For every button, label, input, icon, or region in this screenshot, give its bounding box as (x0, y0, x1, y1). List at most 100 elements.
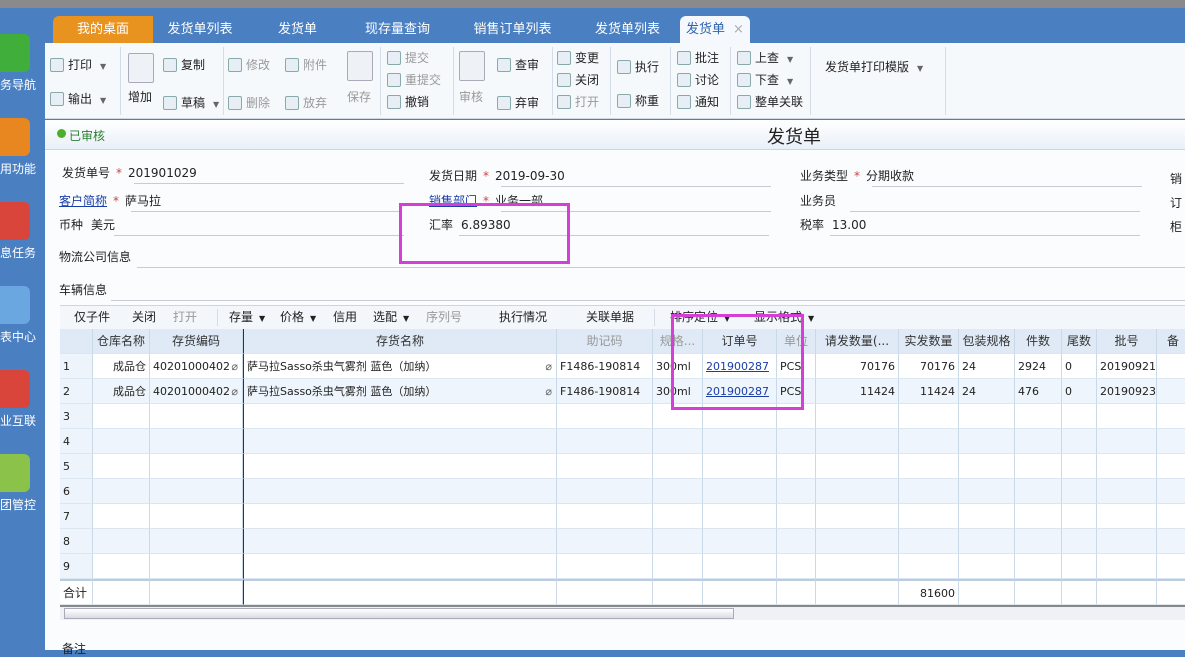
grid-toolbar-button-9[interactable]: 关联单据 (586, 307, 634, 327)
toolbar-link-all-button[interactable]: 整单关联 (737, 92, 803, 112)
column-header-4[interactable]: 助记码 (557, 329, 653, 354)
chevron-down-icon[interactable]: ▼ (213, 100, 219, 109)
tab-6[interactable]: 发货单 × (680, 16, 750, 43)
chevron-down-icon[interactable]: ▼ (403, 314, 409, 323)
chevron-down-icon[interactable]: ▼ (917, 64, 923, 73)
sidebar-item-4[interactable]: 业互联 (0, 370, 45, 450)
toolbar-close-button[interactable]: 关闭 (557, 70, 599, 90)
grid-toolbar-button-1[interactable]: 关闭 (132, 307, 156, 327)
toolbar-export-button[interactable]: 输出 ▼ (50, 89, 106, 109)
toolbar-execute-button[interactable]: 执行 (617, 57, 659, 77)
column-header-8[interactable]: 请发数量(... (816, 329, 899, 354)
sidebar-item-3[interactable]: 表中心 (0, 286, 45, 366)
toolbar-draft-button[interactable]: 草稿 ▼ (163, 93, 219, 113)
toolbar-up-query-button[interactable]: 上查 ▼ (737, 48, 793, 68)
attachment-icon[interactable]: ⌀ (231, 354, 238, 378)
scrollbar-thumb[interactable] (64, 608, 734, 619)
column-header-0[interactable] (60, 329, 93, 354)
toolbar-abandon-audit-button[interactable]: 弃审 (497, 93, 539, 113)
column-header-3[interactable]: 存货名称 (243, 329, 557, 354)
toolbar-annotate-button[interactable]: 批注 (677, 48, 719, 68)
table-cell (1097, 479, 1157, 504)
chevron-down-icon[interactable]: ▼ (808, 314, 814, 323)
column-header-11[interactable]: 件数 (1015, 329, 1062, 354)
tab-1[interactable]: 发货单列表 (145, 16, 255, 43)
toolbar-attach-button[interactable]: 附件 (285, 55, 327, 75)
grid-toolbar-button-7[interactable]: 序列号 (426, 307, 462, 327)
grid-toolbar-button-8[interactable]: 执行情况 (499, 307, 547, 327)
grid-toolbar-button-0[interactable]: 仅子件 (74, 307, 110, 327)
field-underline (137, 267, 1185, 268)
table-cell: 0 (1062, 379, 1097, 404)
column-header-9[interactable]: 实发数量 (899, 329, 959, 354)
toolbar-audit-button[interactable]: 审核 (459, 87, 483, 107)
grid-toolbar-button-4[interactable]: 价格 ▼ (280, 307, 316, 327)
tab-3[interactable]: 现存量查询 (340, 16, 455, 43)
toolbar-check-audit-button[interactable]: 查审 (497, 55, 539, 75)
toolbar-add-button[interactable]: 增加 (128, 87, 152, 107)
toolbar-delete-button[interactable]: 删除 (228, 93, 270, 113)
grid-toolbar-label: 选配 (373, 310, 398, 324)
chevron-down-icon[interactable]: ▼ (100, 96, 106, 105)
tab-4[interactable]: 销售订单列表 (455, 16, 570, 43)
sidebar-item-2[interactable]: 息任务 (0, 202, 45, 282)
chevron-down-icon[interactable]: ▼ (100, 62, 106, 71)
chevron-down-icon[interactable]: ▼ (259, 314, 265, 323)
field-customer[interactable]: 客户简称 * 萨马拉 (59, 192, 401, 212)
sidebar-item-1[interactable]: 用功能 (0, 118, 45, 198)
tab-5[interactable]: 发货单列表 (570, 16, 685, 43)
table-cell (816, 454, 899, 479)
field-salesman[interactable]: 业务员 (800, 192, 1140, 212)
attachment-icon[interactable]: ⌀ (545, 354, 552, 378)
tab-0[interactable]: 我的桌面 (53, 16, 153, 43)
tab-2[interactable]: 发货单 (255, 16, 340, 43)
close-icon[interactable]: × (733, 22, 744, 37)
field-logistics[interactable]: 物流公司信息 (59, 248, 1185, 268)
field-biz_type[interactable]: 业务类型 * 分期收款 (800, 167, 1142, 187)
toolbar-submit-button[interactable]: 提交 (387, 48, 429, 68)
field-tax[interactable]: 税率 13.00 (800, 216, 1140, 236)
table-cell (899, 454, 959, 479)
chevron-down-icon[interactable]: ▼ (787, 55, 793, 64)
toolbar-modify-button[interactable]: 修改 (228, 55, 270, 75)
field-ship_date[interactable]: 发货日期 * 2019-09-30 (429, 167, 771, 187)
column-header-13[interactable]: 批号 (1097, 329, 1157, 354)
toolbar-open-button[interactable]: 打开 (557, 92, 599, 112)
toolbar-copy-button[interactable]: 复制 (163, 55, 205, 75)
column-header-2[interactable]: 存货编码 (150, 329, 243, 354)
attachment-icon[interactable]: ⌀ (231, 379, 238, 403)
toolbar-down-query-button[interactable]: 下查 ▼ (737, 70, 793, 90)
toolbar-discuss-button[interactable]: 讨论 (677, 70, 719, 90)
toolbar-notify-button[interactable]: 通知 (677, 92, 719, 112)
column-header-14[interactable]: 备 (1157, 329, 1185, 354)
table-cell (1062, 529, 1097, 554)
table-cell (703, 429, 777, 454)
field-order_no[interactable]: 发货单号 * 201901029 (62, 164, 404, 184)
field-vehicle[interactable]: 车辆信息 (59, 281, 1185, 301)
toolbar-print-button[interactable]: 打印 ▼ (50, 55, 106, 75)
chevron-down-icon[interactable]: ▼ (310, 314, 316, 323)
toolbar-label: 整单关联 (755, 95, 804, 109)
sidebar: 务导航 用功能 息任务 表中心 业互联 团管控 (0, 8, 45, 650)
grid-toolbar-button-6[interactable]: 选配 ▼ (373, 307, 409, 327)
grid-toolbar: 仅子件 关闭 打开 存量 ▼ 价格 ▼ 信用 选配 ▼ 序列号 执行情况 关联单据 排序定位 ▼ 显示格式 ▼ (60, 305, 1185, 329)
field-currency[interactable]: 币种 美元 (59, 216, 404, 236)
attachment-icon[interactable]: ⌀ (545, 379, 552, 403)
sidebar-item-5[interactable]: 团管控 (0, 454, 45, 534)
horizontal-scrollbar[interactable] (60, 605, 1185, 620)
toolbar-save-button[interactable]: 保存 (347, 87, 371, 107)
grid-toolbar-button-5[interactable]: 信用 (333, 307, 357, 327)
grid-toolbar-button-3[interactable]: 存量 ▼ (229, 307, 265, 327)
toolbar-revoke-button[interactable]: 撤销 (387, 92, 429, 112)
column-header-1[interactable]: 仓库名称 (93, 329, 150, 354)
grid-toolbar-button-2[interactable]: 打开 (173, 307, 197, 327)
toolbar-change-button[interactable]: 变更 (557, 48, 599, 68)
toolbar-abandon-button[interactable]: 放弃 (285, 93, 327, 113)
column-header-10[interactable]: 包装规格 (959, 329, 1015, 354)
toolbar-template-button[interactable]: 发货单打印模版 ▼ (825, 57, 923, 77)
toolbar-resubmit-button[interactable]: 重提交 (387, 70, 441, 90)
toolbar-weigh-button[interactable]: 称重 (617, 91, 659, 111)
sidebar-item-0[interactable]: 务导航 (0, 34, 45, 114)
column-header-12[interactable]: 尾数 (1062, 329, 1097, 354)
chevron-down-icon[interactable]: ▼ (787, 77, 793, 86)
